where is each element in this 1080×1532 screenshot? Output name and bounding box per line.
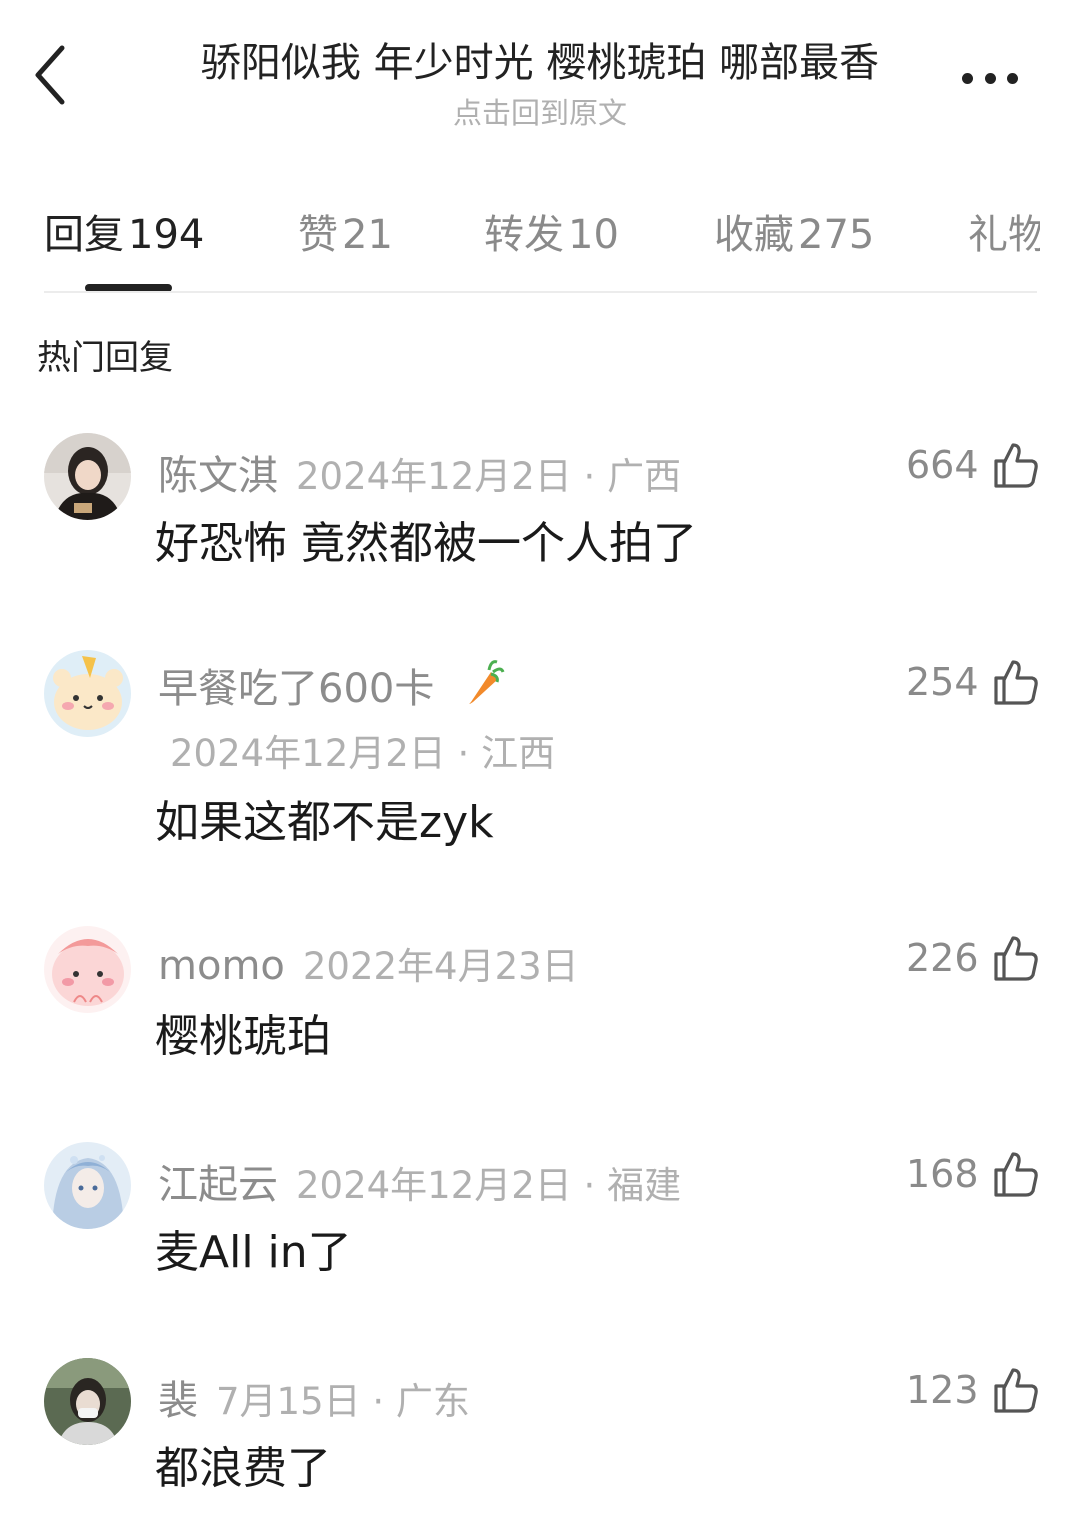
page-title: 骄阳似我 年少时光 樱桃琥珀 哪部最香	[200, 40, 880, 86]
tab-label: 收藏	[714, 212, 794, 258]
comment-header: momo 2022年4月23日	[158, 936, 579, 990]
thumbs-up-icon	[993, 443, 1038, 488]
comment-text: 麦All in了	[155, 1227, 352, 1278]
tab-bar: 回复 194 赞 21 转发 10 收藏 275 礼物	[0, 180, 1080, 295]
back-button[interactable]	[30, 40, 90, 120]
tab-gifts[interactable]: 礼物	[968, 202, 1040, 260]
carrot-icon	[469, 660, 505, 704]
thumbs-up-icon	[993, 660, 1038, 705]
comment-text: 如果这都不是zyk	[155, 797, 494, 848]
tab-favorites[interactable]: 收藏 275	[714, 202, 874, 260]
like-button[interactable]: 168	[906, 1150, 1039, 1198]
like-button[interactable]: 123	[906, 1366, 1039, 1414]
more-dot-icon	[984, 72, 996, 84]
section-title: 热门回复	[37, 338, 173, 378]
comment-text: 好恐怖 竟然都被一个人拍了	[155, 518, 697, 569]
divider	[44, 291, 1037, 293]
user-photo-icon	[44, 1358, 131, 1445]
tab-count: 194	[128, 212, 205, 258]
avatar[interactable]	[44, 1142, 131, 1229]
tab-replies[interactable]: 回复 194	[44, 202, 204, 260]
comment-header: 陈文淇 2024年12月2日 · 广西	[158, 443, 681, 501]
tab-count: 275	[798, 212, 875, 258]
like-count: 254	[906, 660, 979, 704]
back-arrow-icon	[35, 45, 65, 105]
user-cartoon-icon	[44, 926, 131, 1013]
comment-meta: 2024年12月2日 · 广西	[296, 455, 682, 498]
like-count: 168	[906, 1152, 979, 1196]
avatar[interactable]	[44, 926, 131, 1013]
tab-count: 10	[568, 212, 619, 258]
comment-meta: 2024年12月2日 · 福建	[296, 1164, 682, 1207]
like-button[interactable]: 226	[906, 934, 1039, 982]
username[interactable]: momo	[158, 943, 285, 989]
like-count: 226	[906, 936, 979, 980]
tab-label: 转发	[484, 212, 564, 258]
comment-meta: 2022年4月23日	[302, 945, 579, 988]
comment-text: 都浪费了	[155, 1443, 331, 1494]
user-cartoon-icon	[44, 650, 131, 737]
tab-label: 赞	[298, 212, 338, 258]
avatar[interactable]	[44, 650, 131, 737]
thumbs-up-icon	[993, 936, 1038, 981]
avatar[interactable]	[44, 1358, 131, 1445]
tab-label: 回复	[44, 212, 124, 258]
tab-label: 礼物	[968, 212, 1040, 258]
like-button[interactable]: 254	[906, 658, 1039, 706]
like-button[interactable]: 664	[906, 441, 1039, 489]
comment-header: 江起云 2024年12月2日 · 福建	[158, 1152, 681, 1210]
tab-gifts-clip: 礼物	[960, 180, 1040, 280]
like-count: 123	[906, 1368, 979, 1412]
thumbs-up-icon	[993, 1152, 1038, 1197]
like-count: 664	[906, 443, 979, 487]
thumbs-up-icon	[993, 1368, 1038, 1413]
more-dot-icon	[1007, 72, 1018, 84]
tab-count: 21	[342, 212, 393, 258]
username[interactable]: 江起云	[158, 1162, 278, 1208]
back-to-original-link[interactable]: 点击回到原文	[140, 90, 940, 132]
comment-header: 早餐吃了600卡	[158, 656, 505, 714]
comment-meta: 7月15日 · 广东	[216, 1380, 470, 1423]
username[interactable]: 裴	[158, 1378, 198, 1424]
username[interactable]: 早餐吃了600卡	[158, 666, 434, 712]
top-bar: 骄阳似我 年少时光 樱桃琥珀 哪部最香 点击回到原文	[0, 0, 1080, 140]
avatar[interactable]	[44, 433, 131, 520]
tab-likes[interactable]: 赞 21	[298, 202, 393, 260]
comment-text: 樱桃琥珀	[155, 1011, 331, 1062]
more-dot-icon	[962, 72, 973, 84]
comment-meta: 2024年12月2日 · 江西	[170, 732, 556, 775]
user-photo-icon	[44, 433, 131, 520]
username[interactable]: 陈文淇	[158, 453, 278, 499]
user-anime-icon	[44, 1142, 131, 1229]
more-options-button[interactable]	[950, 58, 1030, 98]
comment-header: 裴 7月15日 · 广东	[158, 1368, 470, 1426]
tab-reposts[interactable]: 转发 10	[484, 202, 619, 260]
